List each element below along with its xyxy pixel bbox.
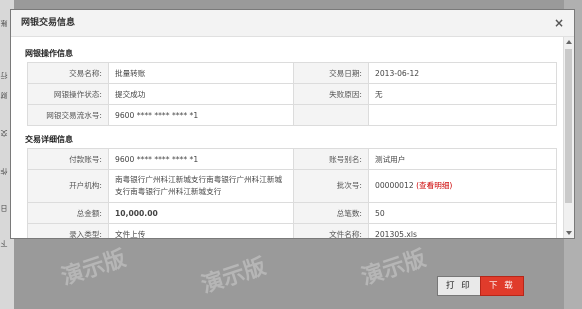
dialog-title: 网银交易信息 [21,18,76,28]
field-value: 文件上传 [108,223,294,238]
download-button[interactable]: 下 载 [480,276,524,296]
table-row: 网银操作状态: 提交成功 失败原因: 无 [27,83,557,105]
total-amount-value: 10,000.00 [108,202,294,224]
field-value: 南粤银行广州科江新城支行南粤银行广州科江新城支行南粤银行广州科江新城支行 [108,169,294,203]
field-label: 总金额: [27,202,109,224]
table-row: 总金额: 10,000.00 总笔数: 50 [27,202,557,224]
field-value: 9600 **** **** **** *1 [108,148,294,170]
field-label: 总笔数: [293,202,369,224]
scrollbar-thumb[interactable] [565,49,572,203]
field-value: 201305.xls [368,223,557,238]
field-label: 交易日期: [293,62,369,84]
transaction-detail-table: 付款账号: 9600 **** **** **** *1 账号别名: 测试用户 … [27,148,557,238]
field-label: 开户机构: [27,169,109,203]
batch-number-cell: 00000012 (查看明细) [368,169,557,203]
table-row: 网银交易流水号: 9600 **** **** **** *1 [27,104,557,126]
field-label: 文件名称: [293,223,369,238]
scroll-up-icon[interactable] [566,40,572,44]
field-label: 批次号: [293,169,369,203]
field-label: 失败原因: [293,83,369,105]
view-details-link[interactable]: (查看明细) [416,181,452,190]
table-row: 付款账号: 9600 **** **** **** *1 账号别名: 测试用户 [27,148,557,170]
scroll-down-icon[interactable] [566,231,572,235]
dialog-body: 网银操作信息 交易名称: 批量转账 交易日期: 2013-06-12 网银操作状… [11,37,564,238]
field-value: 测试用户 [368,148,557,170]
field-value: 提交成功 [108,83,294,105]
field-label: 付款账号: [27,148,109,170]
section-title-operation: 网银操作信息 [25,49,73,58]
field-value: 50 [368,202,557,224]
table-row: 交易名称: 批量转账 交易日期: 2013-06-12 [27,62,557,84]
dialog-header: 网银交易信息 × [11,10,574,37]
close-icon[interactable]: × [554,10,564,36]
print-button[interactable]: 打 印 [437,276,481,296]
field-value [368,104,557,126]
operation-info-table: 交易名称: 批量转账 交易日期: 2013-06-12 网银操作状态: 提交成功… [27,62,557,126]
table-row: 录入类型: 文件上传 文件名称: 201305.xls [27,223,557,238]
transaction-info-dialog: 网银交易信息 × 网银操作信息 交易名称: 批量转账 交易日期: 2013-06… [10,9,575,239]
field-label: 交易名称: [27,62,109,84]
field-label: 网银交易流水号: [27,104,109,126]
field-label: 账号别名: [293,148,369,170]
field-value: 00000012 [375,181,414,190]
field-value: 2013-06-12 [368,62,557,84]
dialog-scrollbar[interactable] [563,37,574,238]
field-label [293,104,369,126]
sidebar-label: 下 [0,240,8,247]
field-value: 9600 **** **** **** *1 [108,104,294,126]
table-row: 开户机构: 南粤银行广州科江新城支行南粤银行广州科江新城支行南粤银行广州科江新城… [27,169,557,203]
section-title-detail: 交易详细信息 [25,135,73,144]
field-value: 无 [368,83,557,105]
field-label: 网银操作状态: [27,83,109,105]
field-value: 批量转账 [108,62,294,84]
field-label: 录入类型: [27,223,109,238]
